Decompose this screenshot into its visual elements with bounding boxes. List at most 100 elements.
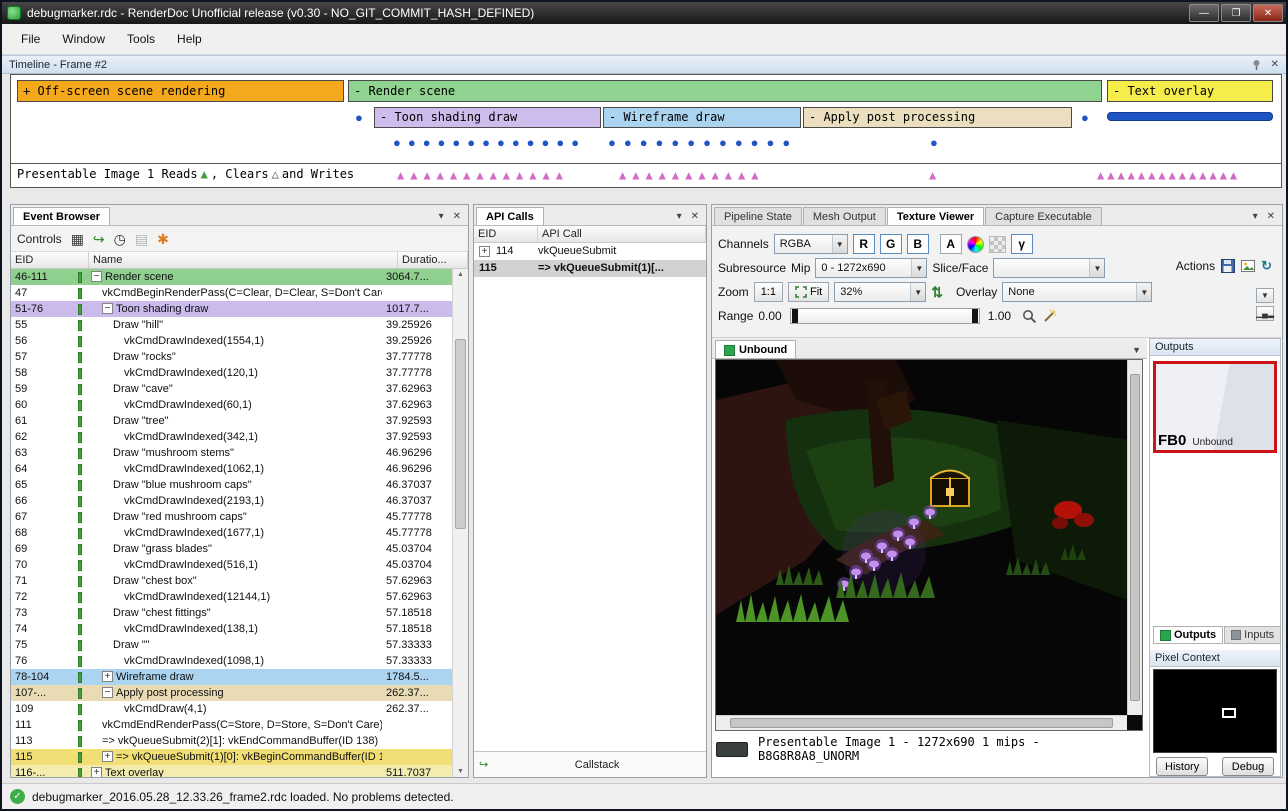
green-channel-button[interactable]: G	[880, 234, 902, 254]
scroll-thumb[interactable]	[1130, 374, 1140, 701]
menu-file[interactable]: File	[10, 27, 51, 51]
alpha-channel-button[interactable]: A	[940, 234, 962, 254]
right-panel-close-icon[interactable]: ✕	[1267, 211, 1275, 222]
pin-icon[interactable]	[1251, 59, 1262, 70]
write-markers-group[interactable]: ▲▲▲▲▲▲▲▲▲▲▲▲▲▲	[1097, 168, 1240, 182]
magnifier-icon[interactable]	[1022, 309, 1037, 324]
expand-icon[interactable]: +	[479, 246, 490, 257]
collapse-icon[interactable]: −	[102, 303, 113, 314]
draw-markers-group[interactable]: ●	[930, 136, 938, 149]
range-min-handle[interactable]	[792, 309, 798, 323]
export-image-icon[interactable]	[1241, 259, 1255, 273]
save-icon[interactable]	[1221, 259, 1235, 273]
zoom-1-1-button[interactable]: 1:1	[754, 282, 783, 302]
event-row-64[interactable]: 64vkCmdDrawIndexed(1062,1)46.96296	[11, 461, 452, 477]
expand-icon[interactable]: +	[91, 767, 102, 777]
event-row-107[interactable]: 107-...−Apply post processing262.37...	[11, 685, 452, 701]
event-row-60[interactable]: 60vkCmdDrawIndexed(60,1)37.62963	[11, 397, 452, 413]
event-browser-scrollbar[interactable]: ▲ ▼	[452, 269, 468, 777]
event-browser-close-icon[interactable]: ✕	[453, 211, 461, 222]
timeline-bar-toon-shading-draw[interactable]: - Toon shading draw	[374, 107, 601, 128]
tab-event-browser[interactable]: Event Browser	[13, 207, 110, 225]
tab-pipeline-state[interactable]: Pipeline State	[714, 207, 802, 225]
event-row-56[interactable]: 56vkCmdDrawIndexed(1554,1)39.25926	[11, 333, 452, 349]
event-row-72[interactable]: 72vkCmdDrawIndexed(12144,1)57.62963	[11, 589, 452, 605]
toolbar-grid-icon[interactable]: ▦	[71, 232, 84, 246]
col-eid[interactable]: EID	[11, 252, 89, 268]
event-row-74[interactable]: 74vkCmdDrawIndexed(138,1)57.18518	[11, 621, 452, 637]
event-row-61[interactable]: 61Draw "tree"37.92593	[11, 413, 452, 429]
event-row-55[interactable]: 55Draw "hill"39.25926	[11, 317, 452, 333]
minimize-button[interactable]: —	[1189, 4, 1219, 22]
goto-eid-icon[interactable]: ↪	[93, 232, 105, 246]
scroll-down-icon[interactable]: ▼	[453, 768, 468, 775]
event-browser-menu-icon[interactable]: ▾	[439, 211, 444, 222]
event-row-76[interactable]: 76vkCmdDrawIndexed(1098,1)57.33333	[11, 653, 452, 669]
maximize-button[interactable]: ❐	[1221, 4, 1251, 22]
event-row-67[interactable]: 67Draw "red mushroom caps"45.77778	[11, 509, 452, 525]
viewer-vertical-scrollbar[interactable]	[1127, 360, 1142, 715]
menu-tools[interactable]: Tools	[116, 27, 166, 51]
checkerboard-icon[interactable]	[989, 236, 1006, 253]
event-row-57[interactable]: 57Draw "rocks"37.77778	[11, 349, 452, 365]
event-row-116[interactable]: 116-...+Text overlay511.7037	[11, 765, 452, 777]
timeline-bar-off-screen-scene-rendering[interactable]: + Off-screen scene rendering	[17, 80, 344, 102]
range-max-handle[interactable]	[972, 309, 978, 323]
submit-marker-dot[interactable]: ●	[1081, 111, 1089, 124]
debug-button[interactable]: Debug	[1222, 757, 1274, 776]
event-row-59[interactable]: 59Draw "cave"37.62963	[11, 381, 452, 397]
pixel-context-display[interactable]	[1153, 669, 1277, 753]
write-markers-group[interactable]: ▲▲▲▲▲▲▲▲▲▲▲▲▲	[397, 168, 569, 182]
scroll-up-icon[interactable]: ▲	[453, 271, 468, 278]
event-row-115[interactable]: 115+=> vkQueueSubmit(1)[0]: vkBeginComma…	[11, 749, 452, 765]
event-row-46-111[interactable]: 46-111−Render scene3064.7...	[11, 269, 452, 285]
sliceface-dropdown[interactable]: ▼	[993, 258, 1105, 278]
flip-y-icon[interactable]: ⇅	[931, 284, 943, 301]
tab-mesh-output[interactable]: Mesh Output	[803, 207, 886, 225]
tab-api-calls[interactable]: API Calls	[476, 207, 544, 225]
viewer-horizontal-scrollbar[interactable]	[716, 715, 1127, 730]
event-row-75[interactable]: 75Draw ""57.33333	[11, 637, 452, 653]
texture-list-dropdown-icon[interactable]: ▼	[1126, 345, 1147, 358]
scroll-thumb[interactable]	[730, 718, 1113, 728]
expand-icon[interactable]: +	[102, 751, 113, 762]
menu-window[interactable]: Window	[51, 27, 116, 51]
texture-tab-unbound[interactable]: Unbound	[715, 340, 796, 358]
event-row-63[interactable]: 63Draw "mushroom stems"46.96296	[11, 445, 452, 461]
timeline-bar-render-scene[interactable]: - Render scene	[348, 80, 1102, 102]
tab-inputs[interactable]: Inputs	[1224, 626, 1281, 644]
bookmark-icon[interactable]: ✱	[157, 232, 169, 246]
timeline-bar-apply-post-processing[interactable]: - Apply post processing	[803, 107, 1072, 128]
timeline-bar-text-overlay[interactable]: - Text overlay	[1107, 80, 1273, 102]
timeline-close-icon[interactable]: ✕	[1271, 59, 1279, 70]
timeline-track[interactable]: + Off-screen scene rendering- Render sce…	[10, 74, 1282, 164]
zoom-dropdown[interactable]: 32%▼	[834, 282, 926, 302]
event-row-47[interactable]: 47vkCmdBeginRenderPass(C=Clear, D=Clear,…	[11, 285, 452, 301]
scroll-thumb[interactable]	[455, 339, 466, 529]
collapse-icon[interactable]: −	[91, 271, 102, 282]
draw-markers-group[interactable]: ●●●●●●●●●●●●●	[393, 136, 586, 149]
event-row-62[interactable]: 62vkCmdDrawIndexed(342,1)37.92593	[11, 429, 452, 445]
event-row-78-104[interactable]: 78-104+Wireframe draw1784.5...	[11, 669, 452, 685]
texture-display[interactable]	[715, 359, 1143, 731]
wand-icon[interactable]	[1042, 309, 1057, 324]
tab-texture-viewer[interactable]: Texture Viewer	[887, 207, 984, 225]
event-row-66[interactable]: 66vkCmdDrawIndexed(2193,1)46.37037	[11, 493, 452, 509]
draw-markers-group[interactable]: ●●●●●●●●●●●●	[608, 136, 798, 149]
expand-icon[interactable]: +	[102, 671, 113, 682]
fit-button[interactable]: Fit	[788, 282, 829, 302]
col-duration[interactable]: Duratio...	[398, 252, 468, 268]
api-calls-close-icon[interactable]: ✕	[691, 211, 699, 222]
close-button[interactable]: ✕	[1253, 4, 1283, 22]
col-api-eid[interactable]: EID	[474, 226, 538, 242]
col-name[interactable]: Name	[89, 252, 398, 268]
color-wheel-icon[interactable]	[967, 236, 984, 253]
submit-marker-dot[interactable]: ●	[355, 111, 363, 124]
collapse-icon[interactable]: −	[102, 687, 113, 698]
timeline-bar-wireframe-draw[interactable]: - Wireframe draw	[603, 107, 801, 128]
tab-capture-executable[interactable]: Capture Executable	[985, 207, 1102, 225]
channels-dropdown[interactable]: RGBA▼	[774, 234, 848, 254]
api-calls-menu-icon[interactable]: ▾	[677, 211, 682, 222]
event-row-51-76[interactable]: 51-76−Toon shading draw1017.7...	[11, 301, 452, 317]
write-markers-group[interactable]: ▲▲▲▲▲▲▲▲▲▲▲	[619, 168, 764, 182]
